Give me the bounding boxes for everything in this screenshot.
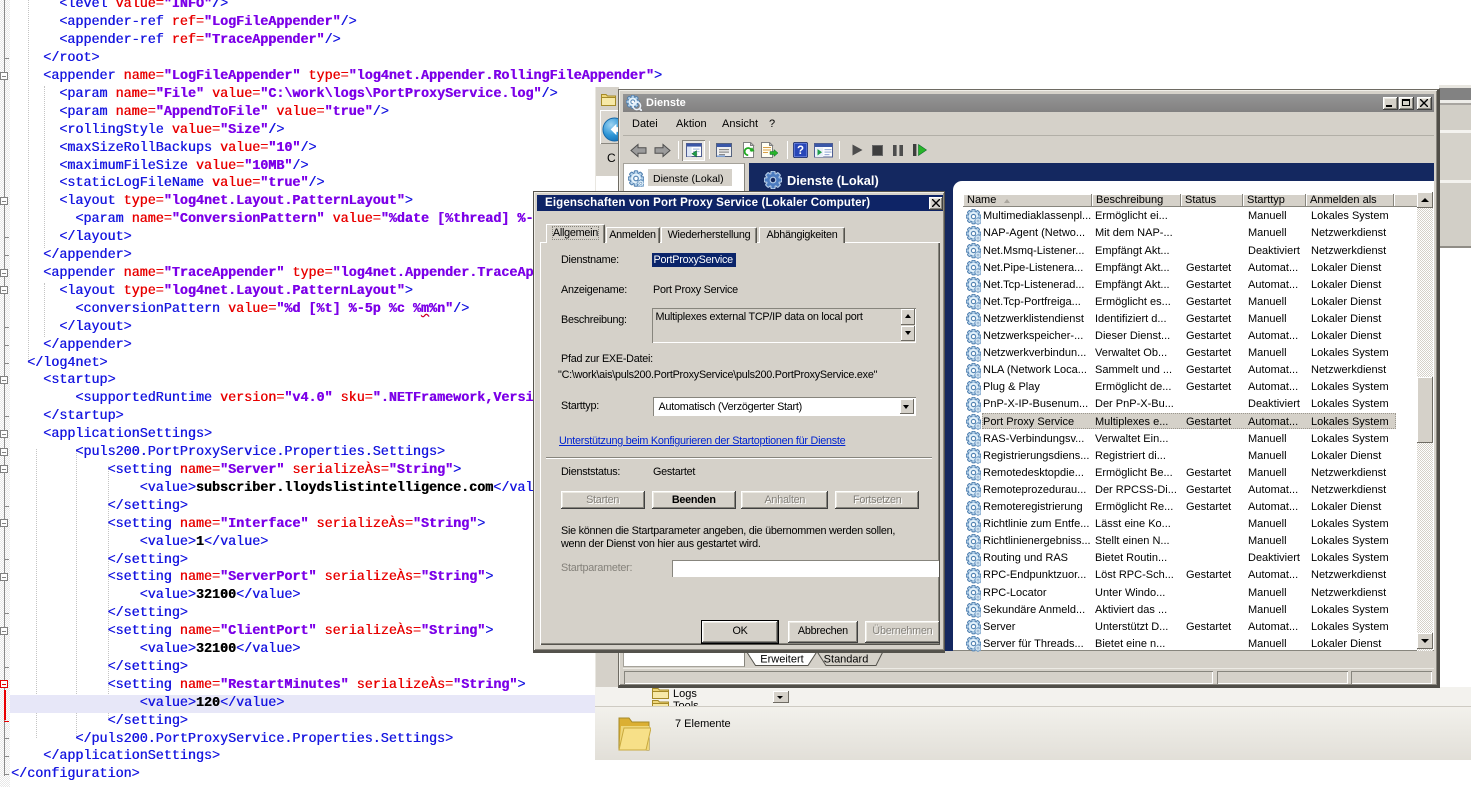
svg-text:?: ? <box>797 145 804 157</box>
svg-text:Standard: Standard <box>824 654 869 666</box>
svg-text:Erweitert: Erweitert <box>760 654 803 666</box>
